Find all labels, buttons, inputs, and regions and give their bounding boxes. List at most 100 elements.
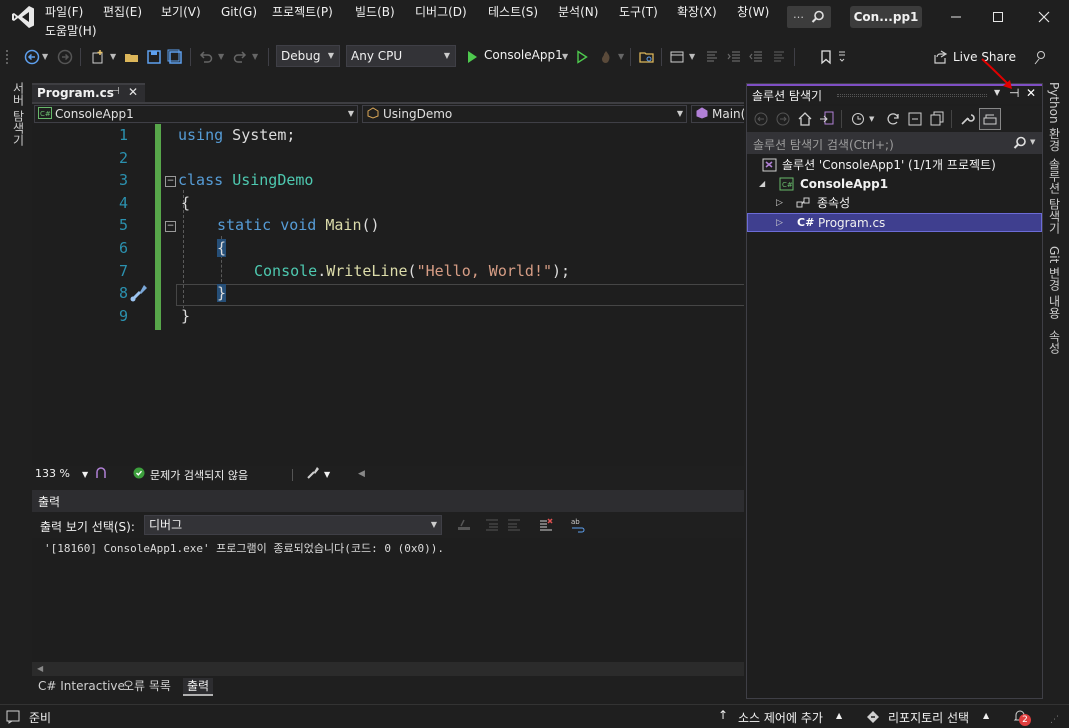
- collapse-all-icon[interactable]: [907, 111, 923, 127]
- menu-file[interactable]: 파일(F): [45, 3, 83, 21]
- word-wrap-icon[interactable]: ab: [570, 517, 586, 533]
- properties-tab[interactable]: 속성: [1046, 330, 1063, 354]
- forward-arrow-icon[interactable]: [775, 111, 791, 127]
- git-changes-tab[interactable]: Git 변경 내용: [1046, 246, 1063, 319]
- browse-folder-button[interactable]: [637, 47, 657, 67]
- bookmark-button[interactable]: [816, 47, 836, 67]
- preview-selected-items-button[interactable]: [979, 108, 1001, 130]
- code-cleanup-brush-icon[interactable]: [306, 466, 320, 483]
- output-horizontal-scrollbar[interactable]: ◀: [32, 662, 744, 676]
- properties-wrench-icon[interactable]: [959, 111, 975, 127]
- save-all-button[interactable]: [165, 47, 185, 67]
- go-previous-message-icon[interactable]: [484, 517, 500, 533]
- tab-error-list[interactable]: 오류 목록: [119, 678, 175, 696]
- back-arrow-icon[interactable]: [753, 111, 769, 127]
- project-nav-select[interactable]: C# ConsoleApp1 ▼: [34, 105, 358, 123]
- solution-explorer-side-tab[interactable]: 솔루션 탐색기: [1046, 158, 1063, 234]
- minimize-button[interactable]: [936, 4, 976, 30]
- tree-item-project[interactable]: ◢ C# ConsoleApp1: [747, 175, 1042, 194]
- start-target-label[interactable]: ConsoleApp1: [484, 48, 563, 62]
- outdent-button[interactable]: [746, 47, 766, 67]
- configuration-select[interactable]: Debug ▼: [276, 45, 340, 67]
- comment-lines-button[interactable]: [702, 47, 722, 67]
- add-to-source-control-button[interactable]: 소스 제어에 추가: [738, 709, 823, 726]
- undo-dropdown-caret-icon[interactable]: ▼: [218, 52, 224, 61]
- menu-build[interactable]: 빌드(B): [355, 3, 395, 21]
- close-panel-icon[interactable]: ✕: [1026, 86, 1036, 100]
- select-repository-button[interactable]: 리포지토리 선택: [888, 709, 969, 726]
- start-without-debugging-button[interactable]: [572, 47, 592, 67]
- server-explorer-tab[interactable]: 서버 탐색기: [10, 82, 27, 146]
- issues-status[interactable]: 문제가 검색되지 않음: [150, 467, 248, 483]
- redo-button[interactable]: [230, 47, 250, 67]
- tab-program-cs[interactable]: Program.cs ⊣ ✕: [32, 83, 145, 103]
- menu-git[interactable]: Git(G): [221, 3, 257, 21]
- save-button[interactable]: [144, 47, 164, 67]
- menu-window[interactable]: 창(W): [737, 3, 769, 21]
- hot-reload-caret-icon[interactable]: ▼: [618, 52, 624, 61]
- show-all-files-icon[interactable]: [929, 111, 945, 127]
- filter-caret-icon[interactable]: ▼: [869, 115, 874, 123]
- python-environments-tab[interactable]: Python 환경: [1046, 82, 1063, 151]
- collapsed-arrow-icon[interactable]: ▷: [776, 214, 783, 232]
- feedback-button[interactable]: [1030, 47, 1050, 67]
- collapse-class-icon[interactable]: −: [165, 176, 176, 187]
- platform-select[interactable]: Any CPU ▼: [346, 45, 456, 67]
- tab-csharp-interactive[interactable]: C# Interactive: [34, 678, 129, 696]
- zoom-level[interactable]: 133 %: [35, 467, 70, 480]
- collapsed-arrow-icon[interactable]: ▷: [776, 194, 783, 212]
- layout-button[interactable]: [667, 47, 687, 67]
- maximize-button[interactable]: [978, 4, 1018, 30]
- search-icon[interactable]: [1013, 136, 1027, 150]
- tree-item-dependencies[interactable]: ▷ 종속성: [747, 194, 1042, 213]
- quick-actions-brush-icon[interactable]: [128, 282, 150, 304]
- redo-dropdown-caret-icon[interactable]: ▼: [252, 52, 258, 61]
- hot-reload-button[interactable]: [596, 47, 616, 67]
- new-dropdown-caret-icon[interactable]: ▼: [110, 52, 116, 61]
- pending-changes-filter-icon[interactable]: [850, 111, 866, 127]
- feature-search-button[interactable]: …: [787, 6, 831, 28]
- tree-item-solution[interactable]: 솔루션 'ConsoleApp1' (1/1개 프로젝트): [747, 156, 1042, 175]
- code-editor[interactable]: 1 2 3 4 5 6 7 8 9 − − using System; clas…: [32, 124, 744, 466]
- tab-output[interactable]: 출력: [183, 678, 214, 696]
- output-text-area[interactable]: '[18160] ConsoleApp1.exe' 프로그램이 종료되었습니다(…: [32, 538, 744, 662]
- menu-tools[interactable]: 도구(T): [619, 3, 658, 21]
- uncomment-button[interactable]: [769, 47, 789, 67]
- pin-icon[interactable]: ⊣: [111, 86, 120, 97]
- find-message-icon[interactable]: [456, 517, 472, 533]
- scroll-left-icon[interactable]: ◀: [37, 664, 43, 673]
- go-next-message-icon[interactable]: [506, 517, 522, 533]
- intellicode-icon[interactable]: [94, 466, 108, 483]
- start-target-caret-icon[interactable]: ▼: [562, 52, 568, 61]
- output-source-select[interactable]: 디버그 ▼: [144, 515, 442, 535]
- new-project-button[interactable]: [88, 47, 108, 67]
- panel-drag-grip[interactable]: [837, 94, 987, 97]
- clear-all-icon[interactable]: [538, 517, 554, 533]
- solution-title-badge[interactable]: Con...pp1: [850, 6, 922, 28]
- cleanup-caret-icon[interactable]: ▼: [324, 470, 330, 479]
- home-icon[interactable]: [797, 111, 813, 127]
- close-window-button[interactable]: [1024, 4, 1064, 30]
- start-debugging-button[interactable]: [462, 47, 482, 67]
- member-nav-select[interactable]: Main(: [691, 105, 744, 123]
- scroll-left-icon[interactable]: ◀: [358, 469, 365, 479]
- expanded-arrow-icon[interactable]: ◢: [759, 175, 765, 193]
- indent-button[interactable]: [724, 47, 744, 67]
- navigate-back-button[interactable]: [22, 47, 42, 67]
- repository-caret-icon[interactable]: ▲: [983, 711, 989, 720]
- search-options-caret-icon[interactable]: ▼: [1030, 138, 1035, 146]
- class-nav-select[interactable]: UsingDemo ▼: [362, 105, 687, 123]
- visual-studio-logo-icon[interactable]: [10, 4, 36, 30]
- menu-help[interactable]: 도움말(H): [45, 22, 97, 40]
- close-icon[interactable]: ✕: [128, 85, 138, 99]
- collapse-method-icon[interactable]: −: [165, 221, 176, 232]
- layout-caret-icon[interactable]: ▼: [689, 52, 695, 61]
- switch-views-icon[interactable]: [819, 111, 835, 127]
- menu-project[interactable]: 프로젝트(P): [272, 3, 333, 21]
- menu-extensions[interactable]: 확장(X): [677, 3, 717, 21]
- undo-button[interactable]: [196, 47, 216, 67]
- source-control-caret-icon[interactable]: ▲: [836, 711, 842, 720]
- zoom-caret-icon[interactable]: ▼: [82, 470, 88, 479]
- menu-view[interactable]: 보기(V): [161, 3, 201, 21]
- tree-item-program-cs[interactable]: ▷ C# Program.cs: [747, 213, 1042, 232]
